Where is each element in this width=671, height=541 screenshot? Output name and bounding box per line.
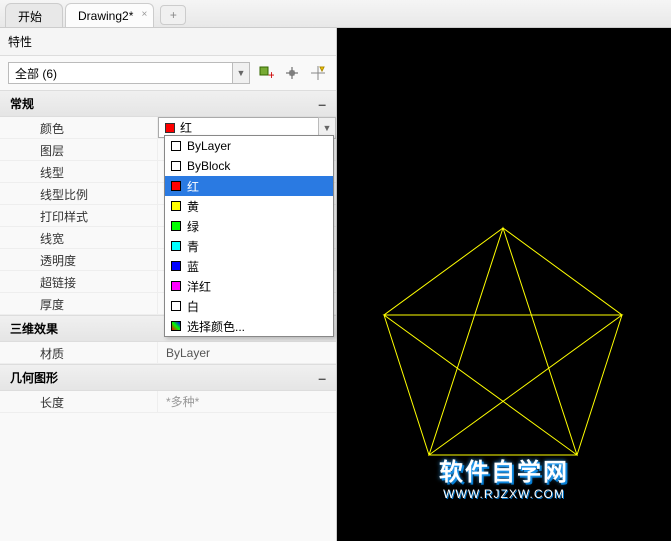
toggle-pickadd-icon[interactable]: + bbox=[256, 63, 276, 83]
dropdown-item-byblock[interactable]: ByBlock bbox=[165, 156, 333, 176]
prop-label: 打印样式 bbox=[0, 205, 158, 226]
plus-icon: + bbox=[170, 8, 177, 22]
dropdown-item-yellow[interactable]: 黄 bbox=[165, 196, 333, 216]
color-swatch-icon bbox=[171, 241, 181, 251]
drawing-viewport[interactable]: 软件自学网 WWW.RJZXW.COM bbox=[337, 28, 671, 541]
watermark-text: 软件自学网 bbox=[439, 452, 569, 487]
prop-label: 线宽 bbox=[0, 227, 158, 248]
color-swatch-icon bbox=[171, 301, 181, 311]
prop-label: 厚度 bbox=[0, 293, 158, 314]
color-wheel-icon bbox=[171, 321, 181, 331]
dropdown-item-bylayer[interactable]: ByLayer bbox=[165, 136, 333, 156]
panel-toolbar: ▼ + bbox=[0, 56, 336, 90]
color-swatch-icon bbox=[171, 181, 181, 191]
svg-text:+: + bbox=[268, 68, 274, 81]
color-dropdown: ByLayer ByBlock 红 黄 绿 青 蓝 洋红 白 选择颜色... bbox=[164, 135, 334, 337]
prop-label: 线型 bbox=[0, 161, 158, 182]
dropdown-item-magenta[interactable]: 洋红 bbox=[165, 276, 333, 296]
prop-value[interactable]: ByLayer bbox=[158, 342, 336, 363]
prop-label: 长度 bbox=[0, 391, 158, 412]
color-swatch-icon bbox=[171, 261, 181, 271]
color-swatch-icon bbox=[171, 281, 181, 291]
dropdown-item-red[interactable]: 红 bbox=[165, 176, 333, 196]
section-label: 几何图形 bbox=[10, 369, 58, 386]
section-label: 三维效果 bbox=[10, 320, 58, 337]
tab-drawing[interactable]: Drawing2* × bbox=[65, 3, 154, 27]
color-swatch-icon bbox=[171, 161, 181, 171]
close-icon[interactable]: × bbox=[142, 9, 148, 20]
prop-label: 材质 bbox=[0, 342, 158, 363]
watermark-url: WWW.RJZXW.COM bbox=[439, 487, 569, 501]
tab-label: 开始 bbox=[18, 8, 42, 25]
section-geometry[interactable]: 几何图形 – bbox=[0, 364, 336, 391]
color-swatch-icon bbox=[171, 141, 181, 151]
collapse-icon[interactable]: – bbox=[318, 370, 326, 386]
dropdown-item-blue[interactable]: 蓝 bbox=[165, 256, 333, 276]
color-swatch-icon bbox=[165, 123, 175, 133]
prop-label: 透明度 bbox=[0, 249, 158, 270]
dropdown-item-select-color[interactable]: 选择颜色... bbox=[165, 316, 333, 336]
watermark: 软件自学网 WWW.RJZXW.COM bbox=[439, 452, 569, 501]
color-swatch-icon bbox=[171, 201, 181, 211]
chevron-down-icon[interactable]: ▼ bbox=[232, 62, 250, 84]
collapse-icon[interactable]: – bbox=[318, 96, 326, 112]
section-general[interactable]: 常规 – bbox=[0, 90, 336, 117]
prop-label: 线型比例 bbox=[0, 183, 158, 204]
prop-label: 颜色 bbox=[0, 117, 158, 138]
dropdown-item-white[interactable]: 白 bbox=[165, 296, 333, 316]
dropdown-item-green[interactable]: 绿 bbox=[165, 216, 333, 236]
selection-filter-combo[interactable]: ▼ bbox=[8, 62, 250, 84]
tabs-bar: 开始 Drawing2* × + bbox=[0, 0, 671, 28]
quick-select-icon[interactable] bbox=[308, 63, 328, 83]
select-objects-icon[interactable] bbox=[282, 63, 302, 83]
prop-label: 图层 bbox=[0, 139, 158, 160]
section-label: 常规 bbox=[10, 95, 34, 112]
tab-start[interactable]: 开始 bbox=[5, 3, 63, 27]
prop-value[interactable]: *多种* bbox=[158, 391, 336, 412]
prop-label: 超链接 bbox=[0, 271, 158, 292]
tab-label: Drawing2* bbox=[78, 9, 133, 23]
panel-title: 特性 bbox=[0, 28, 336, 56]
color-value: 红 bbox=[180, 119, 192, 136]
new-tab-button[interactable]: + bbox=[160, 5, 186, 25]
selection-filter-input[interactable] bbox=[8, 62, 232, 84]
dropdown-item-cyan[interactable]: 青 bbox=[165, 236, 333, 256]
color-swatch-icon bbox=[171, 221, 181, 231]
